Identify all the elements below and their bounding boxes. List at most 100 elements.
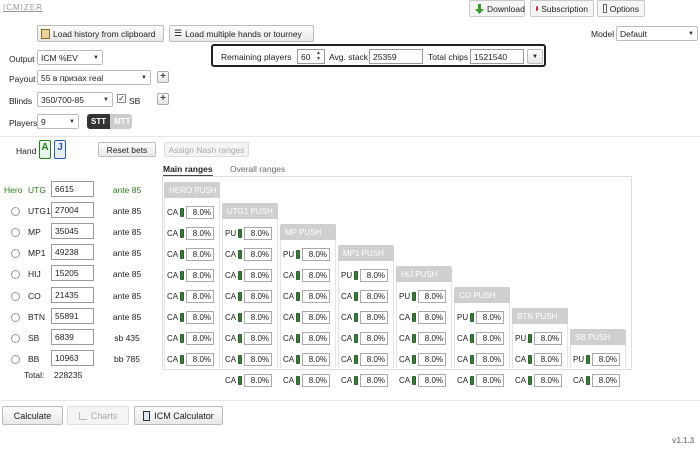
range-percent-input[interactable]: 8.0% <box>534 332 562 345</box>
range-slider-icon[interactable] <box>296 271 300 280</box>
blinds-select[interactable]: 350/700-85 ▼ <box>37 92 113 107</box>
range-slider-icon[interactable] <box>180 313 184 322</box>
range-percent-input[interactable]: 8.0% <box>244 227 272 240</box>
range-slider-icon[interactable] <box>354 355 358 364</box>
range-percent-input[interactable]: 8.0% <box>244 269 272 282</box>
range-slider-icon[interactable] <box>354 271 358 280</box>
range-percent-input[interactable]: 8.0% <box>476 374 504 387</box>
load-history-button[interactable]: Load history from clipboard <box>37 25 164 42</box>
range-percent-input[interactable]: 8.0% <box>244 248 272 261</box>
range-percent-input[interactable]: 8.0% <box>244 332 272 345</box>
stack-input[interactable]: 10963 <box>51 350 94 366</box>
range-slider-icon[interactable] <box>180 250 184 259</box>
output-select[interactable]: ICM %EV ▼ <box>37 50 103 65</box>
range-slider-icon[interactable] <box>296 250 300 259</box>
range-percent-input[interactable]: 8.0% <box>360 332 388 345</box>
range-cell[interactable]: CA 8.0% <box>225 331 272 346</box>
range-percent-input[interactable]: 8.0% <box>244 311 272 324</box>
range-percent-input[interactable]: 8.0% <box>360 311 388 324</box>
range-slider-icon[interactable] <box>238 313 242 322</box>
range-slider-icon[interactable] <box>180 355 184 364</box>
range-cell[interactable]: CA 8.0% <box>167 247 214 262</box>
range-slider-icon[interactable] <box>180 271 184 280</box>
range-slider-icon[interactable] <box>528 355 532 364</box>
range-cell[interactable]: CA 8.0% <box>399 352 446 367</box>
range-slider-icon[interactable] <box>238 376 242 385</box>
spinner-icon[interactable]: ▲ ▼ <box>316 50 321 62</box>
range-cell[interactable]: CA 8.0% <box>225 310 272 325</box>
range-percent-input[interactable]: 8.0% <box>592 374 620 387</box>
range-slider-icon[interactable] <box>412 292 416 301</box>
range-percent-input[interactable]: 8.0% <box>244 353 272 366</box>
range-percent-input[interactable]: 8.0% <box>476 311 504 324</box>
range-percent-input[interactable]: 8.0% <box>302 353 330 366</box>
icm-calculator-button[interactable]: ICM Calculator <box>134 406 223 425</box>
hero-radio[interactable] <box>11 334 20 343</box>
range-cell[interactable]: CA 8.0% <box>283 331 330 346</box>
range-percent-input[interactable]: 8.0% <box>302 290 330 303</box>
range-cell[interactable]: PU 8.0% <box>341 268 388 283</box>
range-slider-icon[interactable] <box>296 334 300 343</box>
hero-radio[interactable] <box>11 313 20 322</box>
hero-radio[interactable] <box>11 270 20 279</box>
stack-input[interactable]: 27004 <box>51 202 94 218</box>
range-percent-input[interactable]: 8.0% <box>418 290 446 303</box>
range-cell[interactable]: CA 8.0% <box>167 289 214 304</box>
range-percent-input[interactable]: 8.0% <box>592 353 620 366</box>
range-slider-icon[interactable] <box>412 313 416 322</box>
players-select[interactable]: 9 ▼ <box>37 114 79 129</box>
hero-radio[interactable] <box>11 228 20 237</box>
assign-nash-button[interactable]: Assign Nash ranges <box>164 142 249 157</box>
hero-radio[interactable] <box>11 292 20 301</box>
range-cell[interactable]: CA 8.0% <box>399 373 446 388</box>
range-slider-icon[interactable] <box>470 334 474 343</box>
range-cell[interactable]: CA 8.0% <box>341 289 388 304</box>
range-slider-icon[interactable] <box>296 313 300 322</box>
stack-input[interactable]: 15205 <box>51 265 94 281</box>
sb-checkbox[interactable]: ✓ <box>117 94 126 103</box>
load-multiple-button[interactable]: ☰ Load multiple hands or tourney <box>169 25 314 42</box>
range-slider-icon[interactable] <box>238 292 242 301</box>
range-slider-icon[interactable] <box>528 376 532 385</box>
add-payout-button[interactable]: + <box>157 71 169 83</box>
range-percent-input[interactable]: 8.0% <box>244 290 272 303</box>
range-percent-input[interactable]: 8.0% <box>186 311 214 324</box>
range-percent-input[interactable]: 8.0% <box>418 374 446 387</box>
range-cell[interactable]: CA 8.0% <box>283 289 330 304</box>
range-cell[interactable]: CA 8.0% <box>225 352 272 367</box>
range-cell[interactable]: CA 8.0% <box>515 373 562 388</box>
range-percent-input[interactable]: 8.0% <box>360 374 388 387</box>
reset-bets-button[interactable]: Reset bets <box>98 142 156 157</box>
range-slider-icon[interactable] <box>354 334 358 343</box>
avg-stack-input[interactable]: 25359 <box>369 49 423 64</box>
range-cell[interactable]: CA 8.0% <box>515 352 562 367</box>
range-percent-input[interactable]: 8.0% <box>186 227 214 240</box>
mtt-option[interactable]: MTT <box>110 114 132 129</box>
range-slider-icon[interactable] <box>296 355 300 364</box>
range-percent-input[interactable]: 8.0% <box>186 290 214 303</box>
range-percent-input[interactable]: 8.0% <box>302 269 330 282</box>
range-cell[interactable]: PU 8.0% <box>225 226 272 241</box>
range-cell[interactable]: CA 8.0% <box>225 373 272 388</box>
range-slider-icon[interactable] <box>238 334 242 343</box>
options-button[interactable]: Options <box>597 0 645 17</box>
range-slider-icon[interactable] <box>180 334 184 343</box>
range-cell[interactable]: PU 8.0% <box>399 289 446 304</box>
range-slider-icon[interactable] <box>412 355 416 364</box>
stack-input[interactable]: 6839 <box>51 329 94 345</box>
stack-input[interactable]: 49238 <box>51 244 94 260</box>
range-cell[interactable]: CA 8.0% <box>341 373 388 388</box>
range-cell[interactable]: CA 8.0% <box>225 268 272 283</box>
range-cell[interactable]: PU 8.0% <box>573 352 620 367</box>
range-percent-input[interactable]: 8.0% <box>360 269 388 282</box>
payout-select[interactable]: 55 в призах real ▼ <box>37 70 151 85</box>
range-slider-icon[interactable] <box>238 271 242 280</box>
range-slider-icon[interactable] <box>238 355 242 364</box>
range-percent-input[interactable]: 8.0% <box>302 311 330 324</box>
range-cell[interactable]: CA 8.0% <box>167 268 214 283</box>
range-slider-icon[interactable] <box>296 292 300 301</box>
range-cell[interactable]: CA 8.0% <box>457 373 504 388</box>
range-cell[interactable]: CA 8.0% <box>573 373 620 388</box>
range-percent-input[interactable]: 8.0% <box>302 332 330 345</box>
stack-input[interactable]: 35045 <box>51 223 94 239</box>
